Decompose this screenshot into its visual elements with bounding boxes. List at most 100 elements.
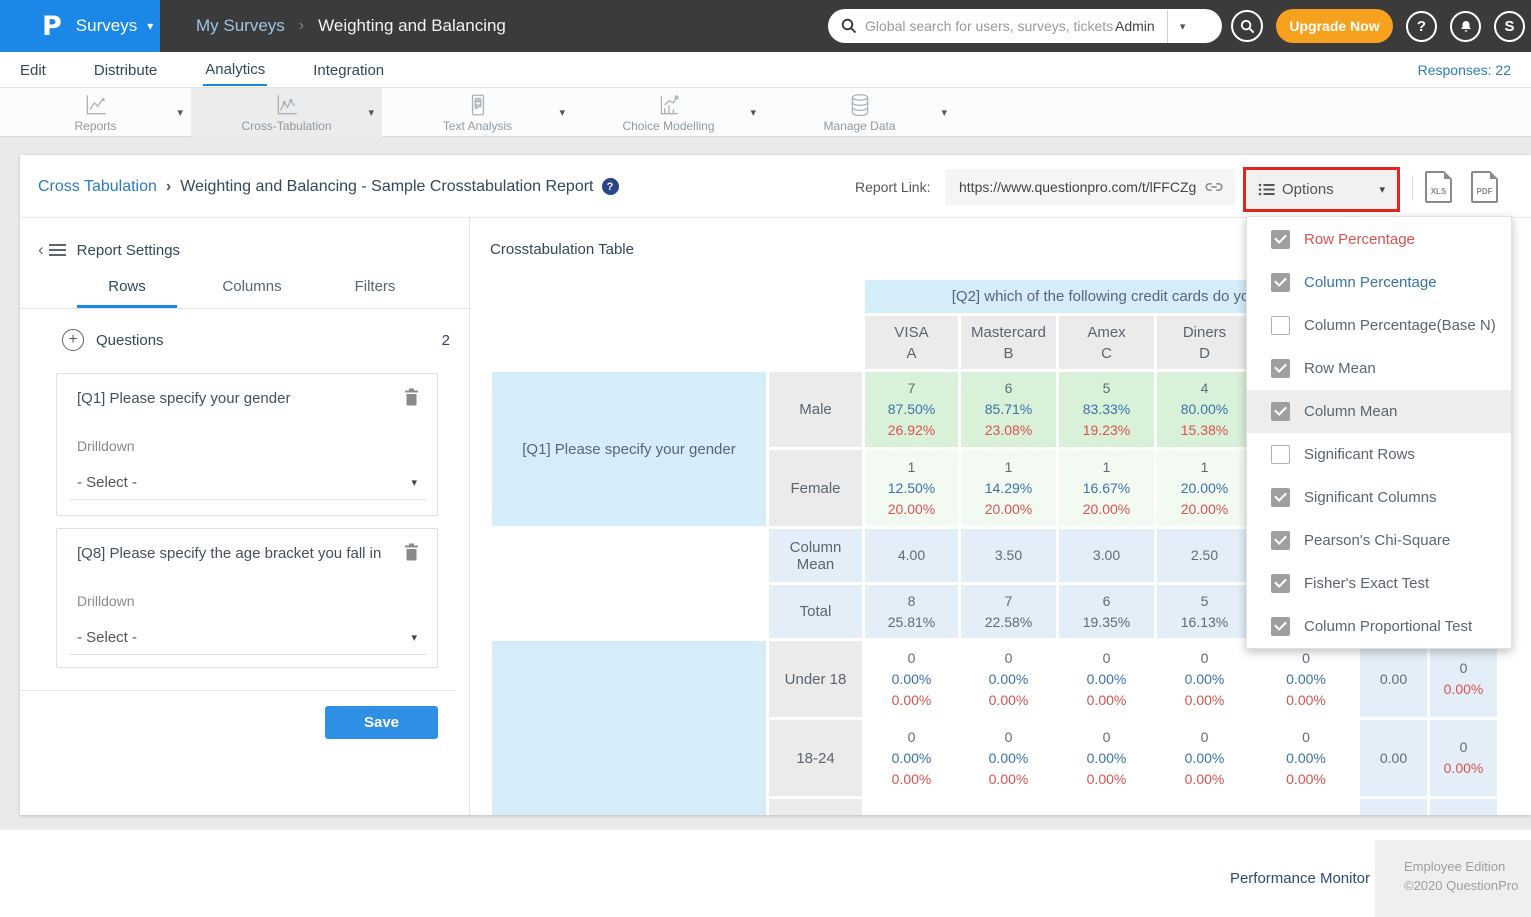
crosstab-title: Crosstabulation Table [490,241,634,258]
crosstab-cell: 114.29%20.00% [961,450,1056,526]
chevron-down-icon: ▾ [147,19,153,33]
breadcrumb-my-surveys[interactable]: My Surveys [196,16,285,36]
search-icon [841,18,857,34]
cell-value: 19.23% [1059,420,1154,441]
cell-value: 0.00% [1059,690,1154,711]
questionpro-logo: P [42,11,62,42]
checkbox[interactable] [1271,402,1290,421]
options-button[interactable]: Options ▾ [1246,170,1397,209]
cell-value: 1 [1157,457,1252,478]
nav-item-analytics[interactable]: Analytics [203,53,267,86]
toolbar-item-cross-tabulation[interactable]: Cross-Tabulation ▾ [191,88,382,137]
search-submit-button[interactable] [1231,10,1263,42]
checkbox[interactable] [1271,488,1290,507]
options-menu-item-column-mean[interactable]: Column Mean [1247,390,1511,433]
options-menu-item-column-percentage[interactable]: Column Percentage [1247,261,1511,304]
toolbar-item-manage-data[interactable]: Manage Data ▾ [764,88,955,137]
column-header-diners: DinersD [1157,316,1252,369]
breadcrumb-current-survey: Weighting and Balancing [318,16,506,36]
crosstab-cell: 00.00%0.00% [1157,641,1252,717]
row-label-cell: Column Mean [769,529,862,582]
crosstab-cell [865,799,958,815]
help-button[interactable]: ? [1406,11,1437,42]
trash-icon[interactable] [404,388,419,411]
menu-icon [49,241,66,259]
cell-value: 0.00% [1255,769,1357,790]
cross-tabulation-link[interactable]: Cross Tabulation [38,178,157,196]
crosstab-cell: 00.00%0.00% [865,641,958,717]
search-scope-label: Admin [1115,18,1155,34]
drilldown-select[interactable]: - Select - ▾ [69,621,427,655]
account-avatar[interactable]: S [1494,11,1525,42]
options-menu-item-fisher-s-exact-test[interactable]: Fisher's Exact Test [1247,562,1511,605]
tab-filters[interactable]: Filters [335,278,415,308]
crosstab-cell: 00.00%0.00% [1157,720,1252,796]
cell-value: 0.00% [1059,748,1154,769]
search-input[interactable] [865,18,1113,34]
export-xls-button[interactable]: XLS [1425,171,1452,203]
crosstab-cell [1059,799,1154,815]
options-menu-item-column-percentage-base-n-[interactable]: Column Percentage(Base N) [1247,304,1511,347]
cell-value: 0 [1157,727,1252,748]
checkbox[interactable] [1271,531,1290,550]
nav-item-integration[interactable]: Integration [311,54,386,85]
toolbar-item-label: Text Analysis [443,119,512,133]
checkbox[interactable] [1271,273,1290,292]
report-url[interactable]: https://www.questionpro.com/t/lFFCZg [959,179,1203,195]
add-question-button[interactable]: + [62,329,84,351]
help-icon[interactable]: ? [602,178,619,195]
tab-columns[interactable]: Columns [207,278,297,308]
empty-cell [769,316,862,369]
link-icon[interactable] [1203,176,1225,198]
cell-value: 1 [961,457,1056,478]
options-menu-item-row-mean[interactable]: Row Mean [1247,347,1511,390]
cell-value: 20.00% [961,499,1056,520]
options-menu-item-pearson-s-chi-square[interactable]: Pearson's Chi-Square [1247,519,1511,562]
divider [20,690,456,691]
checkbox[interactable] [1271,574,1290,593]
performance-monitor-link[interactable]: Performance Monitor [1190,870,1370,887]
cell-value: 0.00% [865,669,958,690]
cell-value: 7 [865,378,958,399]
checkbox[interactable] [1271,617,1290,636]
cell-value: 83.33% [1059,399,1154,420]
nav-item-distribute[interactable]: Distribute [92,54,159,85]
cell-value: 0.00% [1430,679,1497,700]
report-settings-toggle[interactable]: ‹ Report Settings [38,240,180,260]
questionpro-app: P Surveys ▾ My Surveys › Weighting and B… [0,0,1531,917]
trash-icon[interactable] [404,543,419,566]
menu-item-label: Fisher's Exact Test [1304,575,1429,592]
chevron-down-icon: ▾ [1379,183,1385,196]
nav-item-edit[interactable]: Edit [18,54,48,85]
drilldown-select[interactable]: - Select - ▾ [69,466,427,500]
options-menu-item-column-proportional-test[interactable]: Column Proportional Test [1247,605,1511,648]
row-label-cell [769,799,862,815]
checkbox[interactable] [1271,230,1290,249]
chevron-right-icon: › [299,17,304,35]
crosstab-cell: 722.58% [961,585,1056,638]
checkbox[interactable] [1271,359,1290,378]
notifications-button[interactable] [1450,11,1481,42]
options-menu-item-row-percentage[interactable]: Row Percentage [1247,218,1511,261]
menu-item-label: Significant Columns [1304,489,1437,506]
toolbar-item-reports[interactable]: Reports ▾ [0,88,191,137]
column-header-mastercard: MastercardB [961,316,1056,369]
search-scope-dropdown[interactable]: ▾ [1168,20,1198,33]
upgrade-now-button[interactable]: Upgrade Now [1276,9,1393,43]
checkbox[interactable] [1271,316,1290,335]
toolbar-item-choice-modelling[interactable]: Choice Modelling ▾ [573,88,764,137]
toolbar-item-label: Reports [74,119,116,133]
checkbox[interactable] [1271,445,1290,464]
cell-value: 7 [961,591,1056,612]
cell-value: 0 [1059,648,1154,669]
row-total-cell [1430,799,1497,815]
product-switcher[interactable]: P Surveys ▾ [0,0,160,52]
export-pdf-button[interactable]: PDF [1471,171,1498,203]
options-menu-item-significant-rows[interactable]: Significant Rows [1247,433,1511,476]
toolbar-item-label: Manage Data [823,119,895,133]
save-button[interactable]: Save [325,706,438,739]
options-menu-item-significant-columns[interactable]: Significant Columns [1247,476,1511,519]
toolbar-item-text-analysis[interactable]: Text Analysis ▾ [382,88,573,137]
cell-value: 3.50 [961,545,1056,566]
tab-rows[interactable]: Rows [77,278,177,308]
